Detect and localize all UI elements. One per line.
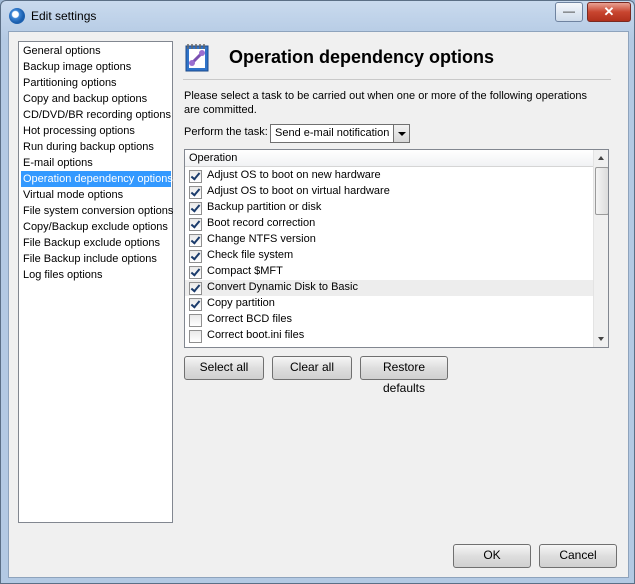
clear-all-button[interactable]: Clear all [272,356,352,380]
operation-label: Correct boot.ini files [207,329,305,341]
operation-row[interactable]: Backup partition or disk [185,200,593,216]
header-divider [183,79,611,80]
operation-checkbox[interactable] [189,298,202,311]
column-header-operation[interactable]: Operation [185,150,593,167]
operation-label: Change NTFS version [207,233,316,245]
operation-row[interactable]: Adjust OS to boot on new hardware [185,168,593,184]
select-all-button[interactable]: Select all [184,356,264,380]
operation-checkbox[interactable] [189,314,202,327]
settings-category-list[interactable]: General options Backup image options Parti… [18,41,173,523]
dependency-icon [185,44,209,72]
operation-label: Correct BCD files [207,313,292,325]
description-text: Please select a task to be carried out w… [184,90,587,116]
close-button[interactable]: ✕ [587,2,631,22]
operation-row[interactable]: Correct boot.ini files [185,328,593,344]
operation-label: Compact $MFT [207,265,283,277]
edit-settings-window: Edit settings — ✕ General options Backup … [0,0,635,584]
sidebar-item[interactable]: Operation dependency options [21,171,173,187]
operation-row[interactable]: Copy partition [185,296,593,312]
operation-row[interactable]: Adjust OS to boot on virtual hardware [185,184,593,200]
operation-checkbox[interactable] [189,186,202,199]
operation-checkbox[interactable] [189,330,202,343]
sidebar-item[interactable]: Copy and backup options [21,91,173,107]
sidebar-item[interactable]: Partitioning options [21,75,173,91]
operation-checkbox[interactable] [189,282,202,295]
operation-checkbox[interactable] [189,266,202,279]
operations-list[interactable]: Operation Adjust OS to boot on new hardw… [184,149,609,348]
operation-row[interactable]: Compact $MFT [185,264,593,280]
title-bar[interactable]: Edit settings — ✕ [1,1,634,31]
sidebar-item[interactable]: File Backup exclude options [21,235,173,251]
operation-label: Boot record correction [207,217,316,229]
operation-label: Convert Dynamic Disk to Basic [207,281,358,293]
cancel-button[interactable]: Cancel [539,544,617,568]
operation-row[interactable]: Check file system [185,248,593,264]
options-panel: Operation dependency options Please sele… [183,41,613,421]
operation-label: Adjust OS to boot on new hardware [207,169,381,181]
operation-checkbox[interactable] [189,234,202,247]
operation-row[interactable]: Correct BCD files [185,312,593,328]
operation-row[interactable]: Change NTFS version [185,232,593,248]
page-title: Operation dependency options [229,47,495,67]
scrollbar-thumb[interactable] [595,167,608,215]
app-icon [9,8,25,24]
column-header-label: Operation [189,152,238,164]
sidebar-item[interactable]: File system conversion options [21,203,173,219]
operation-label: Backup partition or disk [207,201,322,213]
sidebar-item[interactable]: General options [21,43,173,59]
sidebar-item[interactable]: Backup image options [21,59,173,75]
operation-label: Adjust OS to boot on virtual hardware [207,185,390,197]
combo-dropdown-button[interactable] [393,125,409,142]
perform-task-value: Send e-mail notification [275,127,390,139]
sidebar-item[interactable]: Log files options [21,267,173,283]
minimize-button[interactable]: — [555,2,583,22]
sidebar-item[interactable]: E-mail options [21,155,173,171]
sidebar-item[interactable]: Virtual mode options [21,187,173,203]
operation-label: Check file system [207,249,294,261]
perform-task-select[interactable]: Send e-mail notification [270,124,410,143]
sidebar-item[interactable]: CD/DVD/BR recording options [21,107,173,123]
perform-task-label: Perform the task: [184,126,268,138]
operation-row[interactable]: Boot record correction [185,216,593,232]
operation-row[interactable]: Convert Dynamic Disk to Basic [185,280,593,296]
scroll-up-arrow-icon[interactable] [594,150,608,165]
sidebar-item[interactable]: File Backup include options [21,251,173,267]
operation-checkbox[interactable] [189,218,202,231]
dialog-button-bar: OK Cancel [9,532,628,577]
sidebar-item[interactable]: Run during backup options [21,139,173,155]
window-title: Edit settings [31,9,97,23]
operation-checkbox[interactable] [189,250,202,263]
operation-checkbox[interactable] [189,202,202,215]
scroll-down-arrow-icon[interactable] [594,332,608,347]
vertical-scrollbar[interactable] [593,150,608,347]
sidebar-item[interactable]: Copy/Backup exclude options [21,219,173,235]
dialog-client-area: General options Backup image options Parti… [8,31,629,578]
sidebar-item[interactable]: Hot processing options [21,123,173,139]
ok-button[interactable]: OK [453,544,531,568]
restore-defaults-button[interactable]: Restore defaults [360,356,448,395]
chevron-down-icon [398,132,406,136]
operation-label: Copy partition [207,297,275,309]
operation-checkbox[interactable] [189,170,202,183]
